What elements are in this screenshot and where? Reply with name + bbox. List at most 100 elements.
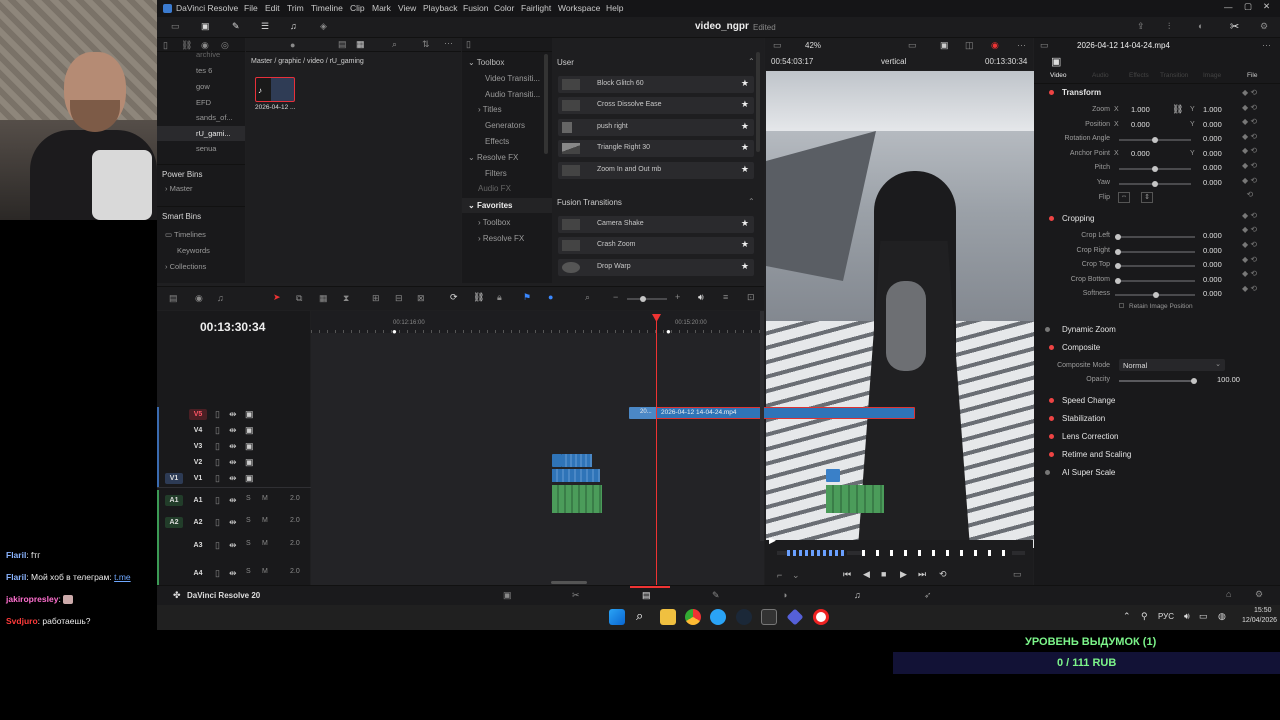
chat-link[interactable]: t.me bbox=[114, 572, 131, 582]
pitch-slider[interactable] bbox=[1119, 166, 1191, 172]
lock-icon[interactable]: ▯ bbox=[215, 473, 220, 484]
smart-bin-keywords[interactable]: Keywords bbox=[177, 246, 210, 255]
smart-bin-timelines[interactable]: ▭ Timelines bbox=[165, 230, 206, 239]
lock-icon[interactable]: ▯ bbox=[215, 495, 220, 506]
play-reverse-icon[interactable]: ◀ bbox=[863, 569, 870, 580]
bin-item-selected[interactable]: rU_gami... bbox=[157, 126, 245, 141]
fav-item[interactable]: › Resolve FX bbox=[478, 234, 524, 243]
tab-file[interactable]: File bbox=[1247, 72, 1257, 79]
mute-button[interactable]: M bbox=[262, 495, 268, 502]
play-icon[interactable]: ▶ bbox=[900, 569, 907, 580]
bin-item[interactable]: senua bbox=[196, 144, 216, 153]
bin-item[interactable]: tes 6 bbox=[196, 66, 212, 75]
menu-view[interactable]: View bbox=[398, 3, 416, 13]
timeline-vscroll[interactable] bbox=[760, 311, 764, 541]
tree-item[interactable]: › Titles bbox=[478, 105, 502, 114]
overwrite-icon[interactable]: ⊟ bbox=[395, 293, 403, 304]
track-visibility-icon[interactable]: ▣ bbox=[245, 457, 254, 468]
bin-item[interactable]: gow bbox=[196, 82, 210, 91]
media-icon[interactable]: ▣ bbox=[201, 21, 210, 32]
effects-icon[interactable]: ✎ bbox=[232, 21, 240, 32]
lock-icon[interactable]: ▯ bbox=[215, 457, 220, 468]
solo-button[interactable]: S bbox=[246, 495, 251, 502]
zoom-dropdown[interactable]: 42% bbox=[805, 41, 821, 50]
fullscreen-icon[interactable]: ▭ bbox=[1013, 569, 1022, 580]
marker-icon[interactable]: ● bbox=[392, 327, 397, 336]
zoom-out-icon[interactable]: − bbox=[613, 292, 618, 302]
dropdown-icon[interactable]: ⌄ bbox=[792, 570, 800, 581]
tree-item[interactable]: ⌄ Resolve FX bbox=[468, 153, 518, 162]
video-clip[interactable] bbox=[562, 454, 592, 467]
audio-clip[interactable] bbox=[552, 485, 602, 513]
auto-select-icon[interactable]: ⇹ bbox=[229, 540, 237, 551]
flip-vertical-icon[interactable]: ⇕ bbox=[1141, 192, 1153, 203]
audio-scrub-icon[interactable]: ♫ bbox=[217, 293, 224, 303]
menu-edit[interactable]: Edit bbox=[265, 3, 280, 13]
playhead[interactable] bbox=[656, 315, 657, 585]
page-media-icon[interactable]: ▣ bbox=[503, 590, 512, 601]
home-icon[interactable]: ⌂ bbox=[1226, 589, 1231, 599]
zoom-y-value[interactable]: 1.000 bbox=[1203, 105, 1222, 114]
effect-item[interactable]: push right ★ bbox=[558, 119, 754, 136]
lock-icon[interactable]: ▯ bbox=[215, 441, 220, 452]
auto-select-icon[interactable]: ⇹ bbox=[229, 568, 237, 579]
crop-top-slider[interactable] bbox=[1115, 263, 1195, 269]
zoom-x-value[interactable]: 1.000 bbox=[1131, 105, 1150, 114]
app-icon[interactable] bbox=[786, 608, 804, 626]
fav-item[interactable]: › Toolbox bbox=[478, 218, 510, 227]
auto-select-icon[interactable]: ⇹ bbox=[229, 517, 237, 528]
menu-clip[interactable]: Clip bbox=[350, 3, 365, 13]
transform-header[interactable]: Transform bbox=[1062, 88, 1101, 97]
effect-item[interactable]: Cross Dissolve Ease ★ bbox=[558, 97, 754, 114]
skip-start-icon[interactable]: ⏮ bbox=[843, 569, 851, 580]
zoom-in-icon[interactable]: + bbox=[675, 292, 680, 302]
tree-scrollbar[interactable] bbox=[544, 54, 548, 154]
link-icon[interactable]: ⛓ bbox=[181, 40, 192, 51]
effect-item[interactable]: Camera Shake ★ bbox=[558, 216, 754, 233]
transform-enable-dot[interactable] bbox=[1049, 90, 1054, 95]
replace-icon[interactable]: ⊠ bbox=[417, 293, 425, 304]
pitch-value[interactable]: 0.000 bbox=[1203, 163, 1222, 172]
page-color-icon[interactable]: ◑ bbox=[782, 590, 787, 600]
chrome-icon[interactable] bbox=[685, 609, 701, 625]
wifi-icon[interactable]: ◍ bbox=[1218, 611, 1226, 622]
stabilization-header[interactable]: Stabilization bbox=[1062, 414, 1105, 423]
blade-tool-icon[interactable]: ⧗ bbox=[343, 293, 349, 304]
track-visibility-icon[interactable]: ▣ bbox=[245, 473, 254, 484]
telegram-icon[interactable] bbox=[710, 609, 726, 625]
search-icon[interactable]: ⌕ bbox=[392, 39, 397, 50]
linked-selection-icon[interactable]: ⛓ bbox=[473, 292, 484, 303]
tree-item[interactable]: Effects bbox=[485, 137, 509, 146]
media-pool-icon[interactable]: ▭ bbox=[171, 21, 180, 32]
steam-icon[interactable] bbox=[736, 609, 752, 625]
rotation-slider[interactable] bbox=[1119, 137, 1191, 143]
tree-item[interactable]: Video Transiti... bbox=[485, 74, 540, 83]
speed-change-dot[interactable] bbox=[1049, 398, 1054, 403]
super-scale-header[interactable]: AI Super Scale bbox=[1062, 468, 1115, 477]
viewer-size-icon[interactable]: ▭ bbox=[773, 40, 782, 51]
softness-slider[interactable] bbox=[1115, 292, 1195, 298]
softness-value[interactable]: 0.000 bbox=[1203, 289, 1222, 298]
list-view-icon[interactable]: ▤ bbox=[338, 39, 347, 50]
tab-effects[interactable]: Effects bbox=[1129, 72, 1149, 79]
record-icon[interactable]: ◉ bbox=[991, 40, 999, 51]
link-zoom-icon[interactable]: ⛓ bbox=[1172, 104, 1183, 115]
loop-toggle-icon[interactable]: ⟲ bbox=[939, 569, 947, 580]
lock-icon[interactable]: ▯ bbox=[215, 409, 220, 420]
composite-mode-dropdown[interactable]: Normal ⌄ bbox=[1119, 359, 1225, 371]
effects-scrollbar[interactable] bbox=[756, 52, 760, 152]
collapse-icon[interactable]: ⌃ bbox=[748, 197, 755, 206]
timeline-view-icon[interactable]: ▤ bbox=[169, 293, 178, 304]
sidebar-toggle-icon[interactable]: ▯ bbox=[163, 40, 168, 51]
page-cut-icon[interactable]: ✂ bbox=[572, 590, 580, 601]
menu-fairlight[interactable]: Fairlight bbox=[521, 3, 551, 13]
lock-icon[interactable]: ▯ bbox=[215, 425, 220, 436]
mixer-toggle-icon[interactable]: ⫶ bbox=[1168, 21, 1170, 32]
video-clip[interactable]: 20... bbox=[629, 407, 657, 419]
grid-view-icon[interactable]: ▦ bbox=[356, 39, 365, 50]
auto-select-icon[interactable]: ⇹ bbox=[229, 457, 237, 468]
dynamic-trim-icon[interactable]: ▦ bbox=[319, 293, 328, 304]
menu-color[interactable]: Color bbox=[494, 3, 514, 13]
marker-icon[interactable]: ● bbox=[548, 292, 553, 302]
language-indicator[interactable]: РУС bbox=[1158, 612, 1174, 621]
